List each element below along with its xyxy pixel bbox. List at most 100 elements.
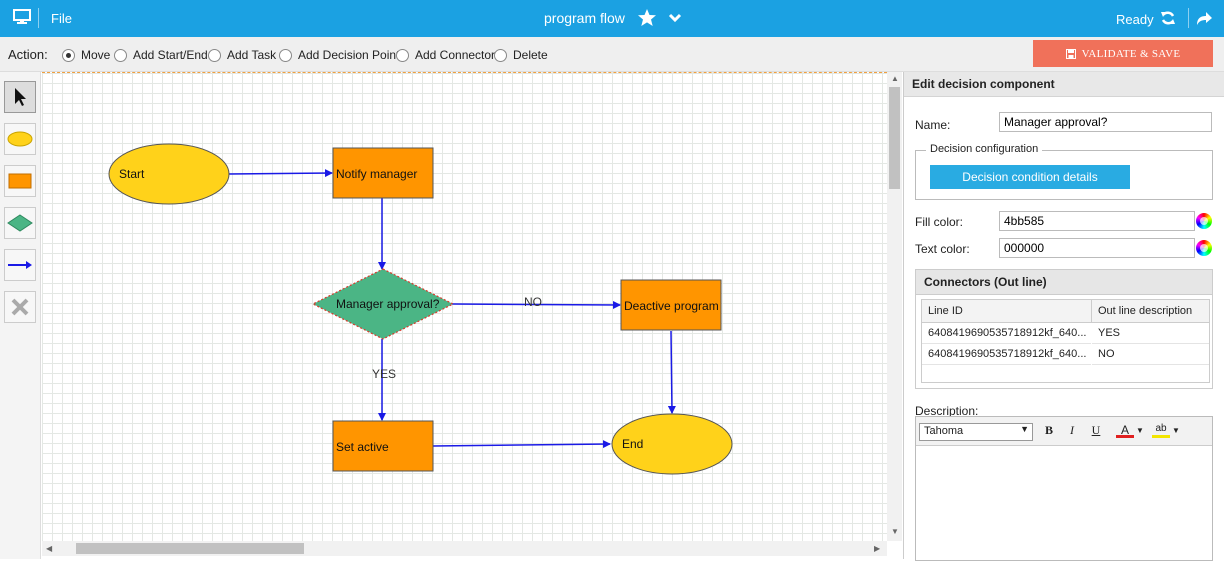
tool-delete[interactable] [4, 291, 36, 323]
flowchart: Start Notify manager Manager approval? D… [108, 143, 733, 475]
connectors-group: Connectors (Out line) Line ID Out line d… [915, 269, 1213, 389]
radio-dot[interactable] [494, 48, 507, 62]
properties-panel: Edit decision component Name: Decision c… [903, 72, 1224, 561]
scroll-down-arrow[interactable]: ▼ [891, 527, 899, 536]
color-picker-icon[interactable] [1196, 213, 1212, 229]
node-end-label: End [622, 437, 643, 451]
connectors-header: Connectors (Out line) [916, 270, 1212, 295]
file-menu[interactable]: File [51, 11, 72, 26]
diamond-icon [7, 214, 33, 232]
scroll-thumb[interactable] [76, 543, 304, 554]
node-setactive-label: Set active [336, 440, 389, 454]
decision-details-button[interactable]: Decision condition details [930, 165, 1130, 189]
horizontal-scrollbar[interactable]: ◀ ▶ [42, 541, 887, 556]
edge-setactive-end[interactable] [432, 440, 611, 449]
description-editor: Tahoma ▼ B I U A ▼ ab ▼ [915, 416, 1213, 561]
fill-color-label: Fill color: [915, 215, 964, 229]
table-cell[interactable]: 6408419690535718912kf_640... [922, 344, 1091, 365]
radio-label: Delete [513, 48, 548, 62]
radio-dot[interactable] [396, 48, 409, 62]
save-icon [1065, 48, 1076, 59]
scroll-up-arrow[interactable]: ▲ [891, 74, 899, 83]
text-color-input[interactable] [999, 238, 1195, 258]
tool-start-end[interactable] [4, 123, 36, 155]
radio-add-start-end[interactable]: Add Start/End [114, 48, 208, 62]
radio-label: Add Task [227, 48, 277, 62]
radio-add-decision-point[interactable]: Add Decision Point [279, 48, 399, 62]
vertical-scrollbar[interactable]: ▲ ▼ [887, 72, 902, 541]
chevron-down-icon[interactable] [668, 12, 682, 26]
decision-config-legend: Decision configuration [926, 143, 1043, 155]
radio-delete[interactable]: Delete [494, 48, 548, 62]
dropdown-arrow-icon: ▼ [1020, 424, 1029, 434]
tool-pointer[interactable] [4, 81, 36, 113]
close-icon [11, 298, 29, 316]
shape-toolbox [0, 72, 41, 559]
scroll-left-arrow[interactable]: ◀ [46, 544, 52, 553]
validate-save-label: VALIDATE & SAVE [1081, 47, 1181, 60]
panel-title: Edit decision component [912, 77, 1055, 91]
edge-deactive-end[interactable] [667, 330, 676, 414]
radio-move[interactable]: Move [62, 48, 110, 62]
node-start-label: Start [119, 167, 145, 181]
node-notify-label: Notify manager [336, 167, 417, 181]
font-select[interactable]: Tahoma ▼ [919, 423, 1033, 441]
scroll-thumb[interactable] [889, 87, 900, 189]
radio-add-connector[interactable]: Add Connector [396, 48, 495, 62]
panel-header: Edit decision component [904, 72, 1224, 97]
arrow-icon [8, 261, 32, 269]
color-picker-icon[interactable] [1196, 240, 1212, 256]
column-header[interactable]: Line ID [922, 300, 1092, 323]
radio-dot[interactable] [279, 48, 292, 62]
connectors-table: Line ID Out line description 64084196905… [921, 299, 1210, 383]
divider [1188, 8, 1189, 28]
fill-color-input[interactable] [999, 211, 1195, 231]
share-icon[interactable] [1195, 10, 1213, 29]
rectangle-icon [8, 173, 32, 189]
font-select-value: Tahoma [924, 425, 964, 437]
top-bar: File program flow Ready [0, 0, 1224, 37]
column-header-label: Out line description [1098, 305, 1193, 317]
underline-button[interactable]: U [1087, 423, 1105, 439]
refresh-icon[interactable] [1160, 10, 1176, 29]
column-header[interactable]: Out line description [1092, 300, 1209, 323]
monitor-icon[interactable] [13, 9, 31, 28]
editor-toolbar: Tahoma ▼ B I U A ▼ ab ▼ [916, 417, 1212, 446]
edge-label-no: NO [524, 295, 542, 309]
line-id: 6408419690535718912kf_640... [928, 327, 1087, 339]
column-header-label: Line ID [928, 305, 963, 317]
name-input[interactable] [999, 112, 1212, 132]
radio-dot[interactable] [114, 48, 127, 62]
radio-label: Move [81, 48, 111, 62]
tool-decision[interactable] [4, 207, 36, 239]
action-label: Action: [8, 47, 48, 62]
dropdown-arrow-icon[interactable]: ▼ [1136, 426, 1144, 435]
line-id: 6408419690535718912kf_640... [928, 348, 1087, 360]
status-text: Ready [1116, 12, 1154, 27]
font-color-button[interactable]: A [1116, 423, 1134, 438]
divider [38, 8, 39, 28]
tool-connector[interactable] [4, 249, 36, 281]
highlight-button[interactable]: ab [1152, 423, 1170, 438]
table-cell[interactable]: NO [1092, 344, 1209, 365]
star-icon[interactable] [637, 8, 657, 30]
tool-task[interactable] [4, 165, 36, 197]
diagram-canvas[interactable]: Start Notify manager Manager approval? D… [42, 72, 887, 542]
dropdown-arrow-icon[interactable]: ▼ [1172, 426, 1180, 435]
edge-start-notify[interactable] [228, 169, 333, 178]
name-label: Name: [915, 118, 951, 132]
table-cell[interactable]: YES [1092, 323, 1209, 344]
edge-label-yes: YES [372, 367, 396, 381]
line-description: NO [1098, 348, 1115, 360]
italic-button[interactable]: I [1063, 423, 1081, 439]
validate-save-button[interactable]: VALIDATE & SAVE [1033, 40, 1213, 67]
connectors-title: Connectors (Out line) [924, 275, 1047, 289]
radio-label: Add Connector [415, 48, 496, 62]
radio-dot[interactable] [208, 48, 221, 62]
editor-content[interactable] [916, 446, 1212, 560]
scroll-right-arrow[interactable]: ▶ [874, 544, 880, 553]
bold-button[interactable]: B [1040, 423, 1058, 439]
radio-add-task[interactable]: Add Task [208, 48, 276, 62]
table-cell[interactable]: 6408419690535718912kf_640... [922, 323, 1091, 344]
radio-dot[interactable] [62, 48, 75, 62]
